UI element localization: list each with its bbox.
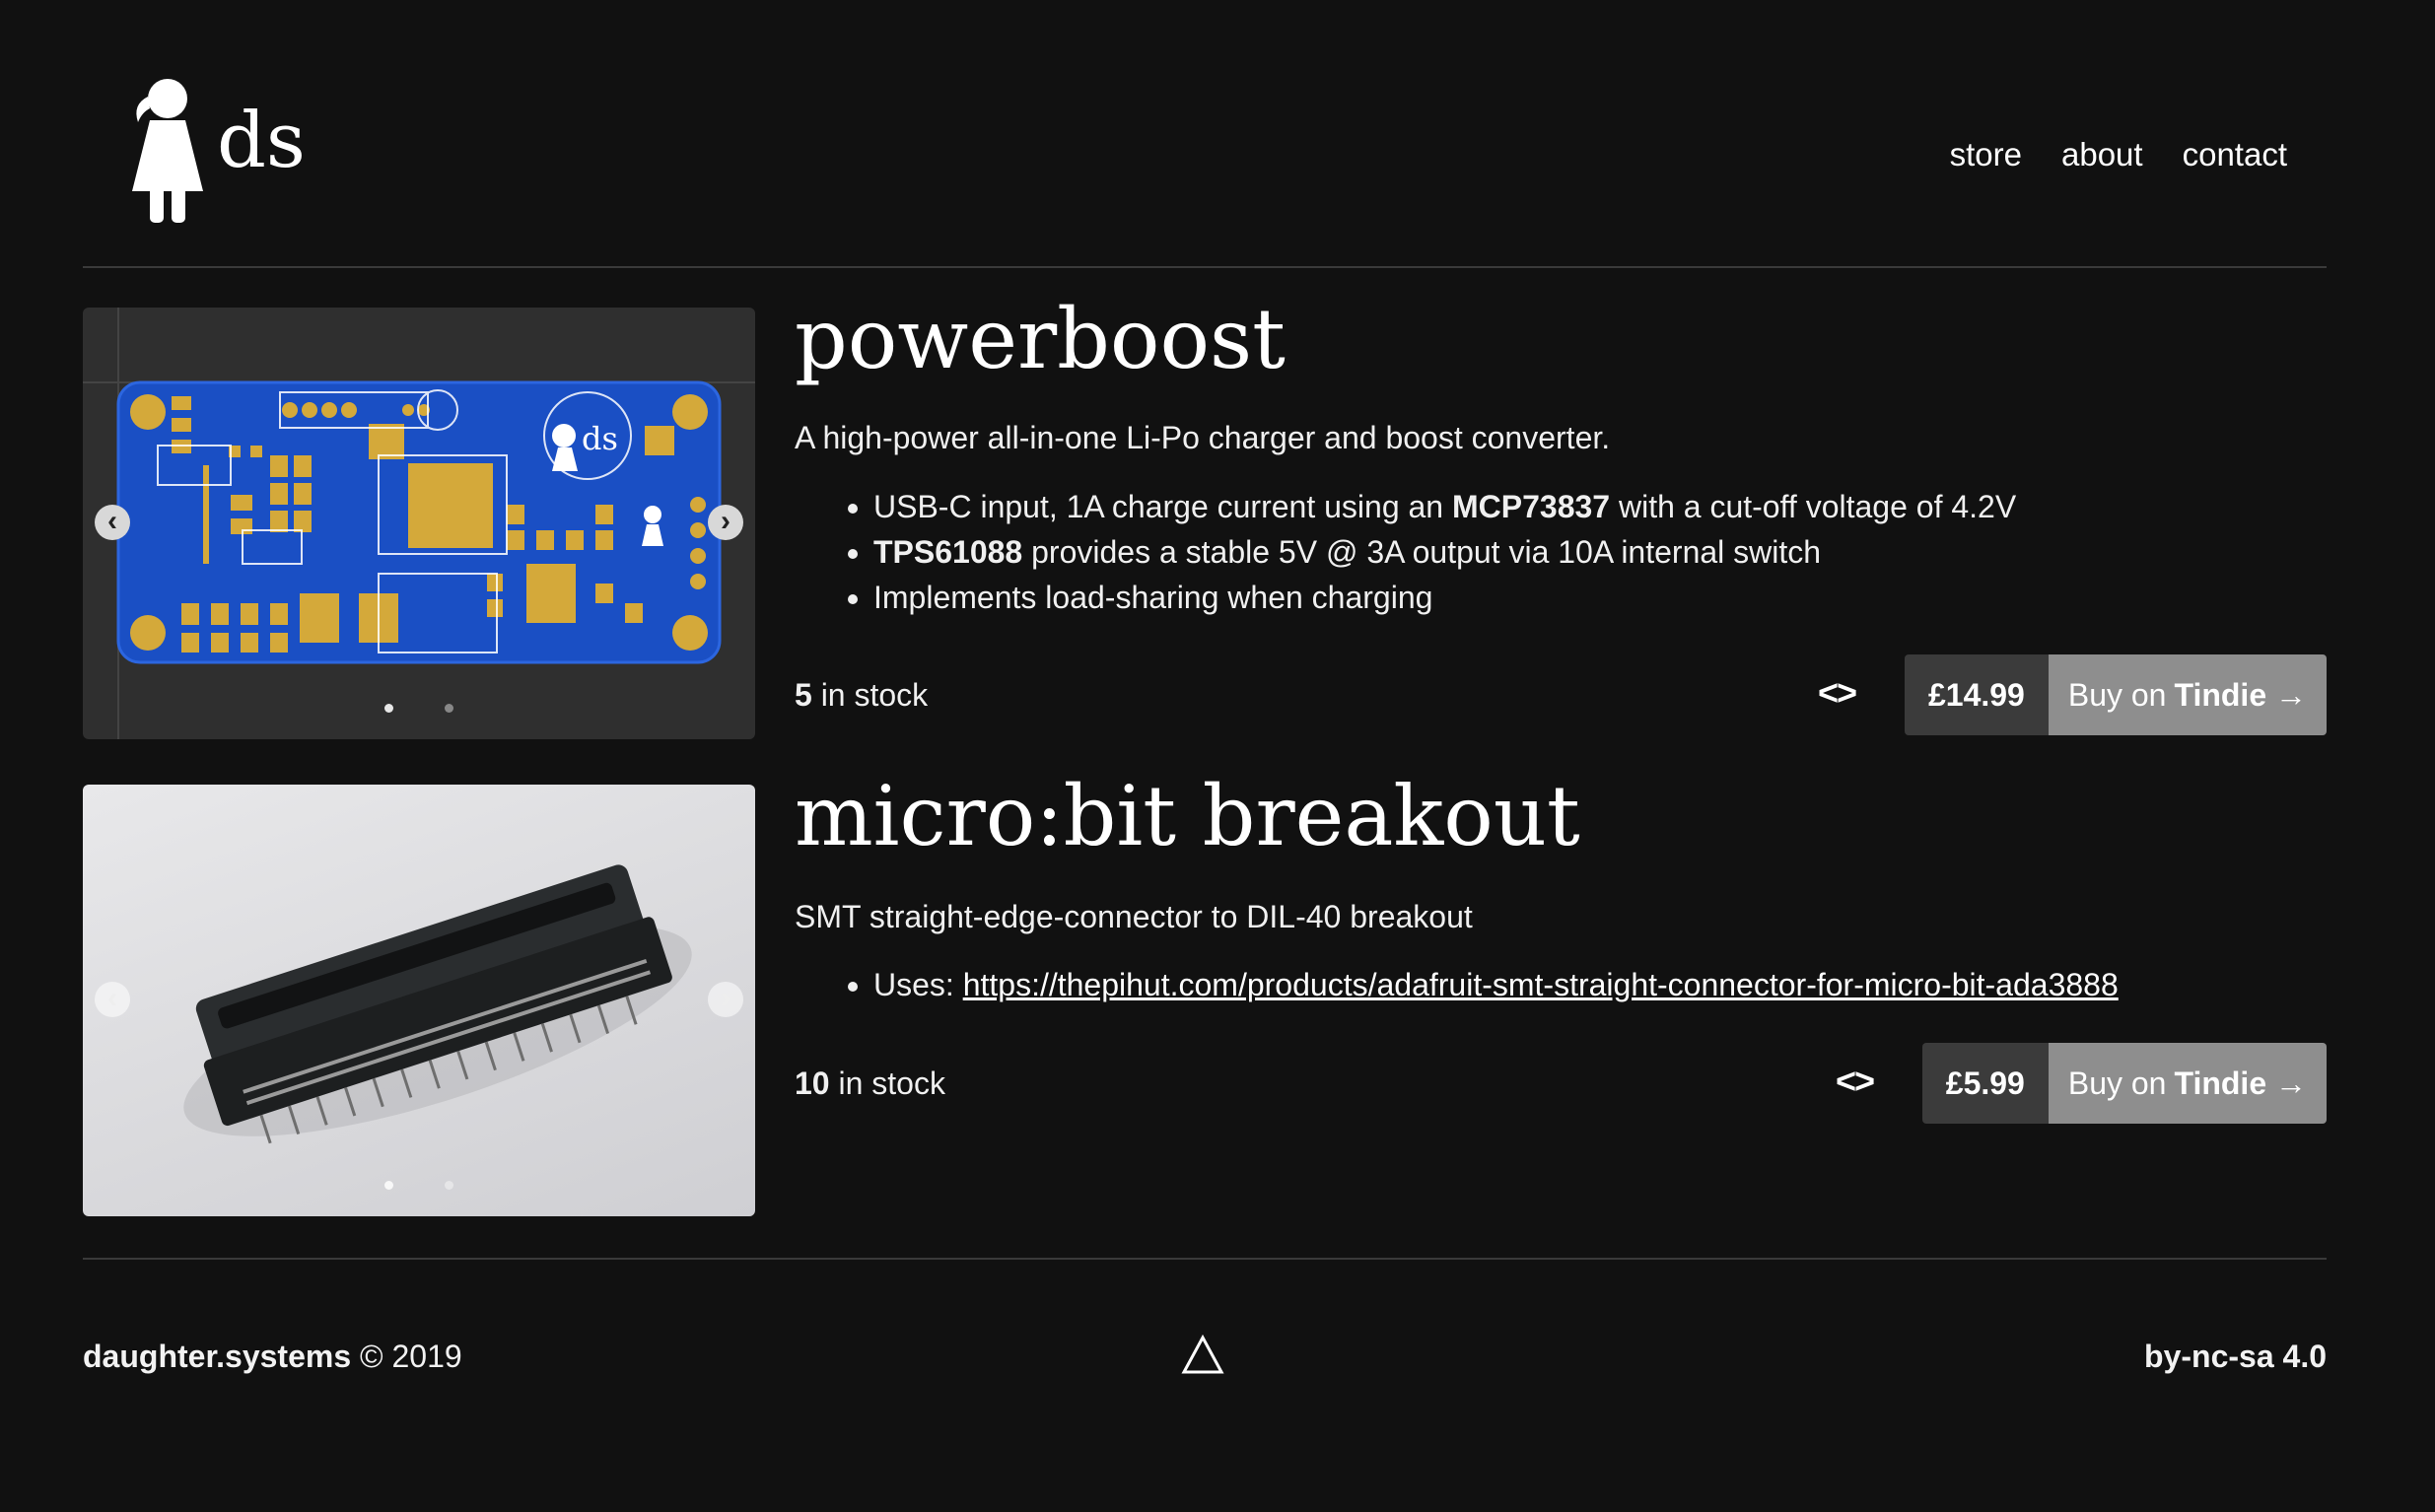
carousel-dot-1[interactable] <box>384 1181 393 1190</box>
price-label: £14.99 <box>1904 654 2049 735</box>
product-title: micro:bit breakout <box>795 768 1580 864</box>
carousel-dot-1[interactable] <box>384 704 393 713</box>
footer-divider <box>83 1258 2327 1260</box>
logo-text: ds <box>217 97 306 185</box>
header-divider <box>83 266 2327 268</box>
buy-on-tindie-button[interactable]: Buy on Tindie → <box>2048 1043 2327 1124</box>
pcb-image: ds <box>83 308 755 739</box>
product-features: USB-C input, 1A charge current using an … <box>795 484 2016 620</box>
carousel-dot-2[interactable] <box>445 1181 453 1190</box>
code-icon[interactable]: <> <box>1836 1061 1875 1102</box>
product-description: SMT straight-edge-connector to DIL-40 br… <box>795 899 1473 934</box>
product-title: powerboost <box>795 291 1286 387</box>
product-image-carousel[interactable]: ds ‹ › <box>83 308 755 739</box>
price-label: £5.99 <box>1921 1043 2049 1124</box>
license-link[interactable]: by-nc-sa 4.0 <box>2144 1339 2327 1375</box>
product-features: Uses: https://thepihut.com/products/adaf… <box>795 962 2119 1007</box>
product-image-carousel[interactable]: ‹ › <box>83 785 755 1216</box>
carousel-indicators <box>83 1177 755 1195</box>
carousel-indicators <box>83 700 755 718</box>
main-nav: store about contact <box>1950 136 2287 173</box>
footer-brand-link[interactable]: daughter.systems <box>83 1339 351 1374</box>
carousel-prev-icon[interactable]: ‹ <box>95 982 130 1017</box>
carousel-prev-icon[interactable]: ‹ <box>95 505 130 540</box>
footer-copyright: daughter.systems © 2019 <box>83 1339 462 1374</box>
stock-status: 5 in stock <box>795 677 929 713</box>
feature-item: Implements load-sharing when charging <box>873 575 2016 620</box>
carousel-next-icon[interactable]: › <box>708 982 743 1017</box>
connector-photo <box>183 864 692 1144</box>
svg-text:ds: ds <box>582 420 618 457</box>
buy-on-tindie-button[interactable]: Buy on Tindie → <box>2048 654 2327 735</box>
triangle-icon[interactable] <box>1181 1333 1224 1381</box>
stock-status: 10 in stock <box>795 1065 945 1101</box>
carousel-dot-2[interactable] <box>445 704 453 713</box>
nav-contact[interactable]: contact <box>2183 136 2287 173</box>
uses-link[interactable]: https://thepihut.com/products/adafruit-s… <box>963 967 2119 1002</box>
nav-store[interactable]: store <box>1950 136 2022 173</box>
nav-about[interactable]: about <box>2061 136 2143 173</box>
code-icon[interactable]: <> <box>1818 672 1857 714</box>
product-description: A high-power all-in-one Li-Po charger an… <box>795 420 1611 455</box>
purchase-group: £14.99 Buy on Tindie → <box>1904 654 2327 735</box>
feature-item: USB-C input, 1A charge current using an … <box>873 484 2016 529</box>
purchase-group: £5.99 Buy on Tindie → <box>1921 1043 2327 1124</box>
site-logo[interactable]: ds <box>120 73 317 231</box>
feature-item: Uses: https://thepihut.com/products/adaf… <box>873 962 2119 1007</box>
girl-silhouette-icon <box>132 79 203 223</box>
feature-item: TPS61088 provides a stable 5V @ 3A outpu… <box>873 529 2016 575</box>
carousel-next-icon[interactable]: › <box>708 505 743 540</box>
